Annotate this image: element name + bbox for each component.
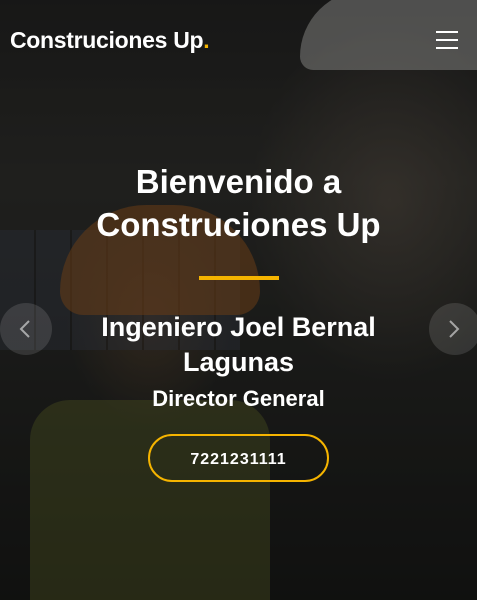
phone-call-button[interactable]: 7221231111: [148, 434, 329, 482]
director-name: Ingeniero Joel Bernal Lagunas: [101, 312, 376, 377]
brand-name: Construciones Up: [10, 27, 204, 53]
brand-logo[interactable]: Construciones Up.: [10, 27, 210, 54]
hamburger-menu-icon[interactable]: [436, 31, 458, 51]
hero-title: Bienvenido a Construciones Up: [96, 163, 381, 243]
director-role: Director General: [152, 386, 325, 411]
title-divider: [198, 276, 279, 280]
site-header: Construciones Up.: [0, 0, 477, 82]
hero-slider: Construciones Up. Bienvenido a Construci…: [0, 0, 477, 600]
brand-dot: .: [203, 27, 210, 53]
hero-content: Bienvenido a Construciones Up Ingeniero …: [0, 160, 477, 482]
